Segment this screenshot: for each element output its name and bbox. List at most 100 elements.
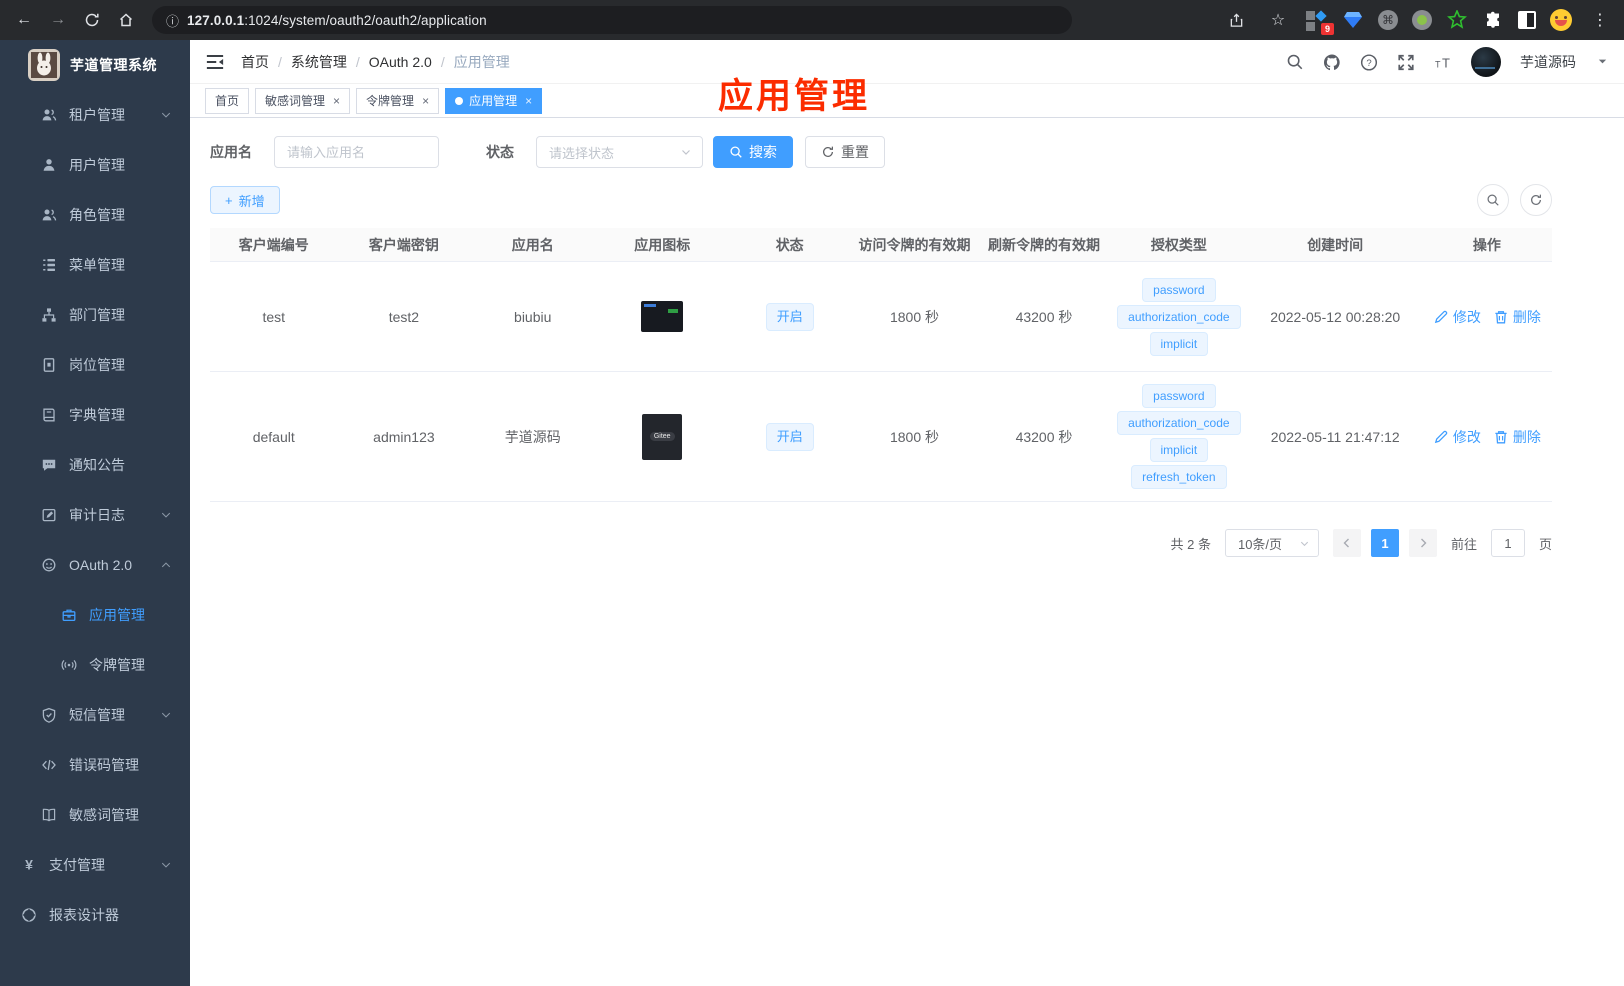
browser-back-button[interactable]: ← bbox=[10, 6, 38, 34]
browser-forward-button[interactable]: → bbox=[44, 6, 72, 34]
browser-home-button[interactable] bbox=[112, 6, 140, 34]
delete-link[interactable]: 删除 bbox=[1493, 427, 1541, 447]
prev-page-button[interactable] bbox=[1332, 529, 1361, 557]
sidebar-item-label: 通知公告 bbox=[69, 457, 125, 473]
cell-access-validity: 1800 秒 bbox=[889, 308, 940, 325]
total-count: 共 2 条 bbox=[1170, 536, 1211, 552]
sidebar-item-12[interactable]: 短信管理 bbox=[0, 690, 190, 740]
bookmark-star-icon[interactable]: ☆ bbox=[1264, 6, 1292, 34]
edit-link[interactable]: 修改 bbox=[1433, 427, 1481, 447]
dict-icon bbox=[41, 407, 57, 423]
user-menu-caret-icon[interactable] bbox=[1597, 56, 1608, 67]
sidebar-item-9[interactable]: OAuth 2.0 bbox=[0, 540, 190, 590]
notice-icon bbox=[41, 457, 57, 473]
breadcrumb-item-0[interactable]: 首页 bbox=[241, 52, 269, 72]
sidebar-collapse-icon[interactable] bbox=[205, 52, 225, 72]
gem-extension-icon[interactable] bbox=[1342, 9, 1364, 31]
green-star-extension-icon[interactable] bbox=[1446, 9, 1468, 31]
sidebar-item-label: 菜单管理 bbox=[69, 257, 125, 273]
page-number-1[interactable]: 1 bbox=[1370, 529, 1399, 557]
sidebar-item-label: 审计日志 bbox=[69, 507, 125, 523]
github-icon[interactable] bbox=[1323, 53, 1341, 71]
sidebar-item-11[interactable]: 令牌管理 bbox=[0, 640, 190, 690]
delete-link[interactable]: 删除 bbox=[1493, 307, 1541, 327]
tab-0[interactable]: 首页 bbox=[205, 87, 250, 114]
sidebar-item-3[interactable]: 菜单管理 bbox=[0, 240, 190, 290]
tab-close-icon[interactable]: × bbox=[333, 94, 340, 108]
header-search-icon[interactable] bbox=[1286, 53, 1304, 71]
browser-reload-button[interactable] bbox=[78, 6, 106, 34]
app-briefcase-icon bbox=[61, 607, 77, 623]
puzzle-extensions-icon[interactable] bbox=[1482, 9, 1504, 31]
edit-link[interactable]: 修改 bbox=[1433, 307, 1481, 327]
status-select[interactable]: 请选择状态 bbox=[536, 136, 703, 168]
address-bar[interactable]: ⓘ 127.0.0.1:1024/system/oauth2/oauth2/ap… bbox=[152, 6, 1072, 34]
user-name[interactable]: 芋道源码 bbox=[1520, 52, 1576, 72]
grant-type-tag: authorization_code bbox=[1117, 411, 1241, 435]
sidebar-item-8[interactable]: 审计日志 bbox=[0, 490, 190, 540]
sidebar-item-0[interactable]: 租户管理 bbox=[0, 90, 190, 140]
tab-2[interactable]: 令牌管理 × bbox=[356, 87, 440, 114]
font-size-icon[interactable]: TT bbox=[1434, 53, 1452, 71]
toggle-search-button[interactable] bbox=[1477, 184, 1509, 216]
next-page-button[interactable] bbox=[1408, 529, 1437, 557]
active-tab-dot bbox=[455, 96, 464, 105]
fullscreen-icon[interactable] bbox=[1397, 53, 1415, 71]
sidebar-item-15[interactable]: ¥ 支付管理 bbox=[0, 840, 190, 890]
goto-page-input[interactable] bbox=[1490, 529, 1525, 557]
sidebar-item-label: 短信管理 bbox=[69, 707, 125, 723]
cell-app-name: 芋道源码 bbox=[504, 428, 561, 445]
help-icon[interactable]: ? bbox=[1360, 53, 1378, 71]
user-avatar[interactable] bbox=[1471, 46, 1501, 77]
sidebar-item-7[interactable]: 通知公告 bbox=[0, 440, 190, 490]
reading-mode-icon[interactable] bbox=[1518, 11, 1536, 29]
browser-menu-icon[interactable]: ⋮ bbox=[1586, 6, 1614, 34]
tab-1[interactable]: 敏感词管理 × bbox=[255, 87, 351, 114]
status-tag: 开启 bbox=[765, 422, 814, 451]
command-extension-icon[interactable]: ⌘ bbox=[1378, 10, 1398, 30]
app-name-input[interactable] bbox=[274, 136, 439, 168]
logo-row[interactable]: 芋道管理系统 bbox=[0, 40, 190, 90]
page-size-select[interactable]: 10条/页 bbox=[1224, 529, 1319, 557]
table-row-1: default admin123 芋道源码 Gitee 开启 1800 秒 43200 秒 p… bbox=[210, 372, 1552, 502]
sidebar-item-6[interactable]: 字典管理 bbox=[0, 390, 190, 440]
emoji-profile-icon[interactable] bbox=[1550, 9, 1572, 31]
menu-tree-icon bbox=[41, 257, 57, 273]
cell-grant-types: password authorization_code implicit refres… bbox=[1109, 384, 1249, 489]
grant-type-tag: password bbox=[1142, 384, 1216, 408]
report-designer-icon bbox=[21, 907, 37, 923]
tab-3[interactable]: 应用管理 × bbox=[445, 87, 543, 114]
refresh-table-button[interactable] bbox=[1520, 184, 1552, 216]
column-header-7: 授权类型 bbox=[1150, 236, 1207, 253]
search-button[interactable]: 搜索 bbox=[713, 136, 793, 168]
sidebar-item-label: 应用管理 bbox=[89, 607, 145, 623]
share-icon[interactable] bbox=[1222, 6, 1250, 34]
breadcrumb-item-2[interactable]: OAuth 2.0 bbox=[369, 54, 432, 70]
extension-blocks-icon[interactable]: 9 bbox=[1306, 9, 1334, 35]
site-info-icon[interactable]: ⓘ bbox=[166, 11, 179, 30]
breadcrumb-item-1[interactable]: 系统管理 bbox=[291, 52, 347, 72]
app-name-label: 应用名 bbox=[210, 144, 252, 160]
tab-close-icon[interactable]: × bbox=[422, 94, 429, 108]
sidebar-item-5[interactable]: 岗位管理 bbox=[0, 340, 190, 390]
tab-close-icon[interactable]: × bbox=[525, 94, 532, 108]
pay-yen-icon: ¥ bbox=[21, 857, 37, 873]
grant-type-tag: implicit bbox=[1149, 438, 1209, 462]
sidebar-item-13[interactable]: 错误码管理 bbox=[0, 740, 190, 790]
plus-icon: + bbox=[225, 192, 233, 208]
tab-label: 令牌管理 bbox=[366, 94, 415, 108]
sidebar-item-2[interactable]: 角色管理 bbox=[0, 190, 190, 240]
sidebar-item-14[interactable]: 敏感词管理 bbox=[0, 790, 190, 840]
sidebar-item-16[interactable]: 报表设计器 bbox=[0, 890, 190, 940]
add-button[interactable]: + 新增 bbox=[210, 186, 280, 214]
recorder-extension-icon[interactable] bbox=[1412, 10, 1432, 30]
sidebar-item-1[interactable]: 用户管理 bbox=[0, 140, 190, 190]
column-header-5: 访问令牌的有效期 bbox=[858, 236, 971, 253]
search-icon bbox=[1486, 193, 1500, 207]
cell-created-time: 2022-05-12 00:28:20 bbox=[1270, 308, 1401, 325]
cell-actions: 修改 删除 bbox=[1422, 307, 1552, 327]
sidebar-item-10[interactable]: 应用管理 bbox=[0, 590, 190, 640]
sidebar-item-4[interactable]: 部门管理 bbox=[0, 290, 190, 340]
reset-button[interactable]: 重置 bbox=[805, 136, 885, 168]
chevron-down-icon bbox=[160, 109, 172, 121]
